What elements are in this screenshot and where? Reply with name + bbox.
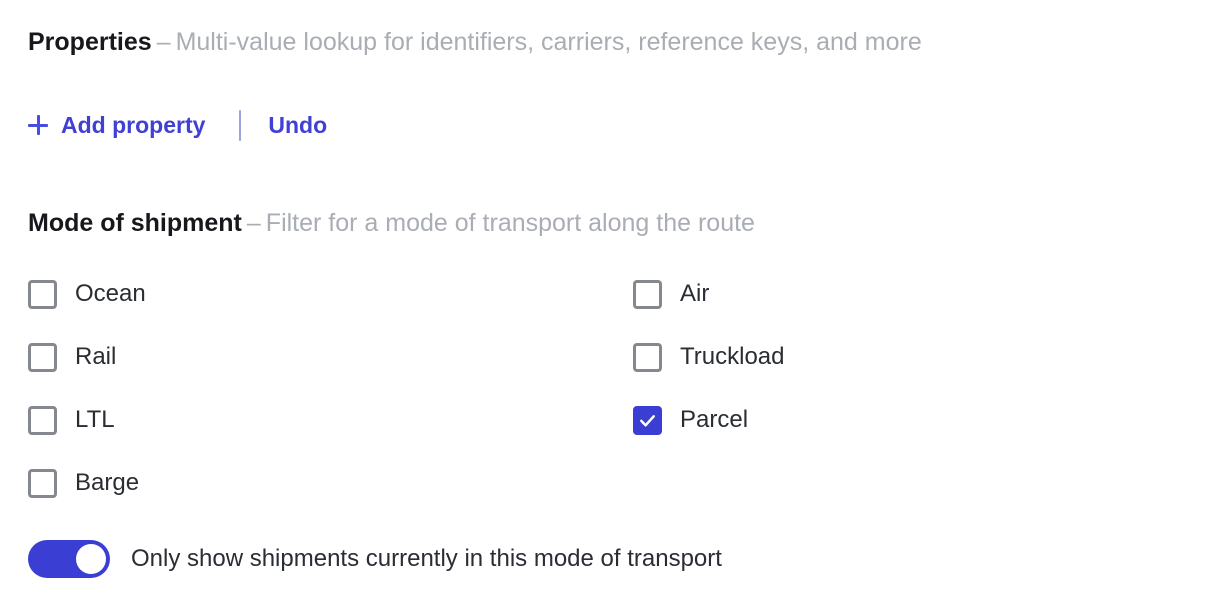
checkbox-box[interactable]	[633, 279, 662, 309]
checkbox-box[interactable]	[28, 405, 57, 435]
checkbox-label: LTL	[75, 406, 115, 433]
only-show-current-mode-toggle[interactable]	[28, 540, 110, 578]
mode-checkbox-ocean[interactable]: Ocean	[28, 277, 146, 311]
properties-actions: Add property Undo	[28, 108, 327, 142]
shipment-filter-panel: Properties – Multi-value lookup for identi…	[0, 0, 1232, 610]
checkbox-label: Ocean	[75, 280, 146, 307]
checkbox-label: Air	[680, 280, 710, 307]
mode-checkbox-ltl[interactable]: LTL	[28, 403, 115, 437]
only-show-current-mode-row: Only show shipments currently in this mo…	[28, 540, 722, 578]
add-property-button[interactable]: Add property	[28, 111, 206, 138]
checkbox-label: Barge	[75, 469, 140, 496]
properties-description: Multi-value lookup for identifiers, carr…	[175, 28, 922, 56]
checkbox-label: Parcel	[680, 406, 749, 433]
checkbox-box[interactable]	[28, 342, 57, 372]
mode-checkbox-barge[interactable]: Barge	[28, 466, 139, 500]
properties-section-header: Properties – Multi-value lookup for identi…	[28, 27, 922, 57]
mode-checkbox-air[interactable]: Air	[633, 277, 709, 311]
add-property-label: Add property	[61, 111, 206, 138]
check-icon	[640, 414, 655, 427]
properties-dash: –	[156, 28, 171, 56]
plus-icon	[28, 115, 48, 135]
mode-title: Mode of shipment	[28, 209, 242, 237]
properties-title: Properties	[28, 28, 152, 56]
action-divider	[239, 109, 242, 141]
mode-checkbox-parcel[interactable]: Parcel	[633, 403, 748, 437]
mode-section-header: Mode of shipment – Filter for a mode of tr…	[28, 208, 755, 238]
checkbox-box[interactable]	[28, 279, 57, 309]
checkbox-label: Rail	[75, 343, 117, 370]
checkbox-box[interactable]	[28, 468, 57, 498]
mode-options-column-right: Air Truckload Parcel	[633, 277, 784, 466]
mode-description: Filter for a mode of transport along the…	[265, 209, 755, 237]
checkbox-label: Truckload	[680, 343, 785, 370]
undo-label: Undo	[268, 111, 328, 138]
mode-checkbox-rail[interactable]: Rail	[28, 340, 116, 374]
checkbox-box[interactable]	[633, 405, 662, 435]
toggle-knob	[76, 544, 106, 574]
mode-dash: –	[246, 209, 261, 237]
mode-options-column-left: Ocean Rail LTL Barge	[28, 277, 146, 529]
undo-button[interactable]: Undo	[268, 111, 328, 138]
checkbox-box[interactable]	[633, 342, 662, 372]
mode-checkbox-truckload[interactable]: Truckload	[633, 340, 784, 374]
only-show-current-mode-label: Only show shipments currently in this mo…	[131, 545, 722, 572]
